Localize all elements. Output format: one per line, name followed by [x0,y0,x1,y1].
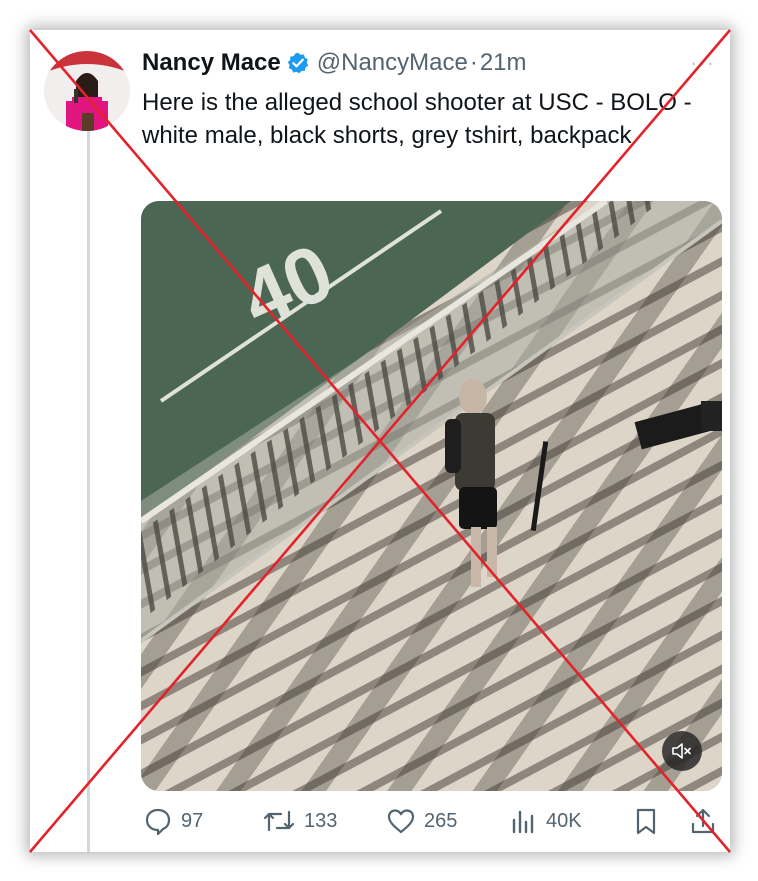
tweet-timestamp[interactable]: 21m [480,49,527,77]
reply-button[interactable]: 97 [143,806,203,836]
tweet-text: Here is the alleged school shooter at US… [142,89,692,149]
mute-button[interactable] [662,731,702,771]
view-count: 40K [546,809,582,832]
tweet-video[interactable]: 40 [141,201,722,791]
heart-icon [387,809,415,834]
video-frame: 40 [141,201,722,791]
avatar-image [44,51,130,131]
share-icon [691,808,715,834]
views-button[interactable]: 40K [510,806,582,836]
like-button[interactable]: 265 [386,806,457,836]
author-name[interactable]: Nancy Mace [142,49,281,77]
more-options-button[interactable]: ··· [690,50,715,76]
bookmark-icon [636,808,656,835]
like-count: 265 [424,809,458,832]
thread-line [87,130,90,852]
speech-bubble-icon [145,808,171,836]
share-button[interactable] [688,806,718,836]
repost-button[interactable]: 133 [262,806,337,836]
verified-badge-icon [287,52,308,74]
repost-count: 133 [304,809,338,832]
repost-arrows-icon [263,810,295,832]
bookmark-button[interactable] [634,806,658,836]
author-handle[interactable]: @NancyMace [317,49,468,77]
reply-count: 97 [181,809,204,832]
author-avatar[interactable] [44,51,130,131]
speaker-muted-icon [672,743,691,759]
header-separator: · [469,49,478,76]
tweet-header: Nancy Mace @NancyMace · 21m [142,46,527,80]
bar-chart-icon [512,810,534,834]
